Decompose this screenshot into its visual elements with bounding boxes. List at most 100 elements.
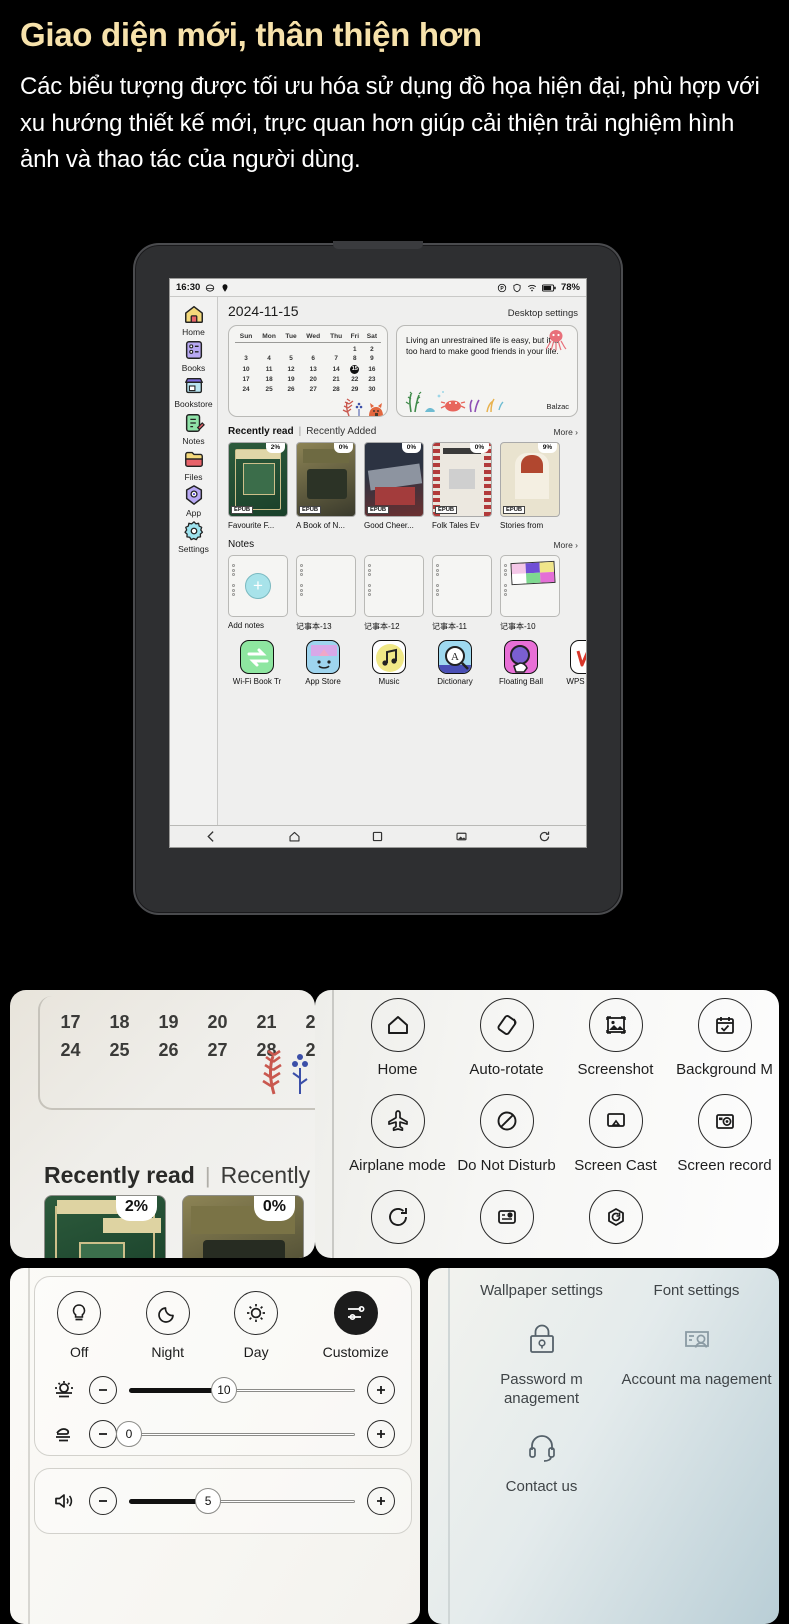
- mode-night[interactable]: Night: [145, 1291, 190, 1360]
- sidebar-item-books[interactable]: Books: [170, 339, 218, 373]
- cc-item-refresh[interactable]: [343, 1190, 452, 1253]
- screenshot-icon: [588, 998, 643, 1052]
- increase-volume-button[interactable]: [367, 1487, 395, 1515]
- desktop-settings-link[interactable]: Desktop settings: [508, 308, 578, 319]
- sidebar-label: Books: [181, 363, 206, 374]
- status-right: P 78%: [497, 282, 580, 293]
- notes-more-link[interactable]: More ›: [553, 540, 578, 550]
- sidebar-item-settings[interactable]: Settings: [170, 520, 218, 554]
- quote-author: Balzac: [546, 402, 569, 411]
- settings-item-password[interactable]: Password m anagement: [464, 1315, 619, 1409]
- settings-item-account[interactable]: Account ma nagement: [619, 1315, 774, 1409]
- cc-item-screen-record[interactable]: Screen record: [670, 1094, 779, 1174]
- tab-recently-added[interactable]: Recently: [221, 1162, 310, 1189]
- refresh-icon[interactable]: [538, 830, 551, 843]
- cc-item-do-not-disturb[interactable]: Do Not Disturb: [452, 1094, 561, 1174]
- settings-label: Account ma nagement: [621, 1370, 772, 1388]
- home-icon[interactable]: [288, 830, 301, 843]
- cool-light-slider[interactable]: 0: [116, 1421, 355, 1447]
- sidebar-item-app[interactable]: App: [170, 484, 218, 518]
- cc-item-auto-rotate[interactable]: Auto-rotate: [452, 998, 561, 1078]
- settings-item-wallpaper[interactable]: Wallpaper settings: [464, 1274, 619, 1301]
- note-item[interactable]: 记事本-12: [364, 555, 424, 632]
- mode-customize[interactable]: Customize: [323, 1291, 389, 1360]
- app-item-wps-office[interactable]: WPS Office: [558, 640, 586, 687]
- recents-icon[interactable]: [371, 830, 384, 843]
- note-item[interactable]: 记事本-11: [432, 555, 492, 632]
- sidebar-item-home[interactable]: Home: [170, 303, 218, 337]
- app-item-music[interactable]: Music: [360, 640, 418, 687]
- book-item[interactable]: 2% EPUB Favourite F...: [228, 442, 288, 530]
- calendar-card[interactable]: Sun Mon Tue Wed Thu Fri Sat 12 3456789 1…: [228, 325, 388, 417]
- calendar-row: 17 18 19 20 21 22 23: [235, 374, 381, 383]
- volume-icon: [51, 1489, 77, 1513]
- sidebar-item-bookstore[interactable]: Bookstore: [170, 375, 218, 409]
- increase-cool-button[interactable]: [367, 1420, 395, 1448]
- day-cell: 20: [207, 1012, 228, 1032]
- lock-icon: [518, 1315, 566, 1363]
- apps-row: Wi-Fi Book Tr App Store Music A Dictiona…: [228, 640, 586, 687]
- light-modes-row: Off Night Day Customize: [35, 1277, 411, 1360]
- tab-recently-added[interactable]: Recently Added: [306, 426, 376, 437]
- recently-more-link[interactable]: More ›: [553, 427, 578, 437]
- note-item[interactable]: 记事本-13: [296, 555, 356, 632]
- back-icon[interactable]: [205, 830, 218, 843]
- book-item[interactable]: 0% EPUB Good Cheer...: [364, 442, 424, 530]
- book-cover[interactable]: 2%: [44, 1195, 166, 1258]
- note-item[interactable]: 记事本-10: [500, 555, 560, 632]
- mode-off[interactable]: Off: [57, 1291, 102, 1360]
- floating-ball-icon: [504, 640, 538, 674]
- note-card: [296, 555, 356, 617]
- hexagon-refresh-icon: [588, 1190, 643, 1244]
- screenshot-icon[interactable]: [455, 830, 468, 843]
- app-item-app-store[interactable]: App Store: [294, 640, 352, 687]
- cc-item-background[interactable]: Background M: [670, 998, 779, 1078]
- book-item[interactable]: 0% EPUB A Book of N...: [296, 442, 356, 530]
- settings-item-font[interactable]: Font settings: [619, 1274, 774, 1301]
- book-item[interactable]: 9% EPUB Stories from: [500, 442, 560, 530]
- sidebar-item-files[interactable]: Files: [170, 448, 218, 482]
- note-card: [364, 555, 424, 617]
- add-note-plus-icon[interactable]: +: [245, 573, 271, 599]
- tab-recently-read[interactable]: Recently read: [44, 1162, 195, 1189]
- note-item[interactable]: + Add notes: [228, 555, 288, 632]
- cc-item-screenshot[interactable]: Screenshot: [561, 998, 670, 1078]
- cc-item-home[interactable]: Home: [343, 998, 452, 1078]
- sidebar-label: Notes: [182, 435, 205, 446]
- battery-icon: [541, 283, 556, 292]
- slider-value[interactable]: 5: [195, 1488, 222, 1514]
- mode-label: Day: [243, 1344, 269, 1360]
- sidebar-label: Settings: [178, 544, 209, 555]
- decrease-warm-button[interactable]: [89, 1376, 117, 1404]
- app-item-floating-ball[interactable]: Floating Ball: [492, 640, 550, 687]
- volume-slider[interactable]: 5: [129, 1488, 355, 1514]
- cc-item-screen-cast[interactable]: Screen Cast: [561, 1094, 670, 1174]
- app-item-wifi-book-transfer[interactable]: Wi-Fi Book Tr: [228, 640, 286, 687]
- book-cover[interactable]: 0%: [182, 1195, 304, 1258]
- book-cover: 0% EPUB: [432, 442, 492, 517]
- status-time: 16:30: [176, 282, 201, 293]
- tab-recently-read[interactable]: Recently read: [228, 426, 294, 437]
- cc-item-hexagon-refresh[interactable]: [561, 1190, 670, 1253]
- app-label: Wi-Fi Book Tr: [232, 677, 282, 686]
- zoom-row-bottom: Off Night Day Customize 10 0 5 Wallpaper…: [0, 1268, 789, 1624]
- cc-item-contrast[interactable]: [452, 1190, 561, 1253]
- cc-item-airplane-mode[interactable]: Airplane mode: [343, 1094, 452, 1174]
- calendar-row: 12: [235, 343, 381, 353]
- slider-value[interactable]: 10: [210, 1377, 237, 1403]
- bookstore-icon: [184, 378, 203, 394]
- quote-card[interactable]: Living an unrestrained life is easy, but…: [396, 325, 578, 417]
- warm-light-slider[interactable]: 10: [129, 1377, 355, 1403]
- app-label: WPS Office: [566, 677, 586, 686]
- decrease-volume-button[interactable]: [89, 1487, 117, 1515]
- book-item[interactable]: 0% EPUB Folk Tales Ev: [432, 442, 492, 530]
- mode-day[interactable]: Day: [234, 1291, 279, 1360]
- increase-warm-button[interactable]: [367, 1376, 395, 1404]
- slider-value[interactable]: 0: [116, 1421, 142, 1447]
- decrease-cool-button[interactable]: [89, 1420, 117, 1448]
- book-cover: 0% EPUB: [296, 442, 356, 517]
- settings-item-contact[interactable]: Contact us: [464, 1422, 619, 1497]
- sidebar-item-notes[interactable]: Notes: [170, 412, 218, 446]
- day-cell: 27: [309, 385, 317, 393]
- app-item-dictionary[interactable]: A Dictionary: [426, 640, 484, 687]
